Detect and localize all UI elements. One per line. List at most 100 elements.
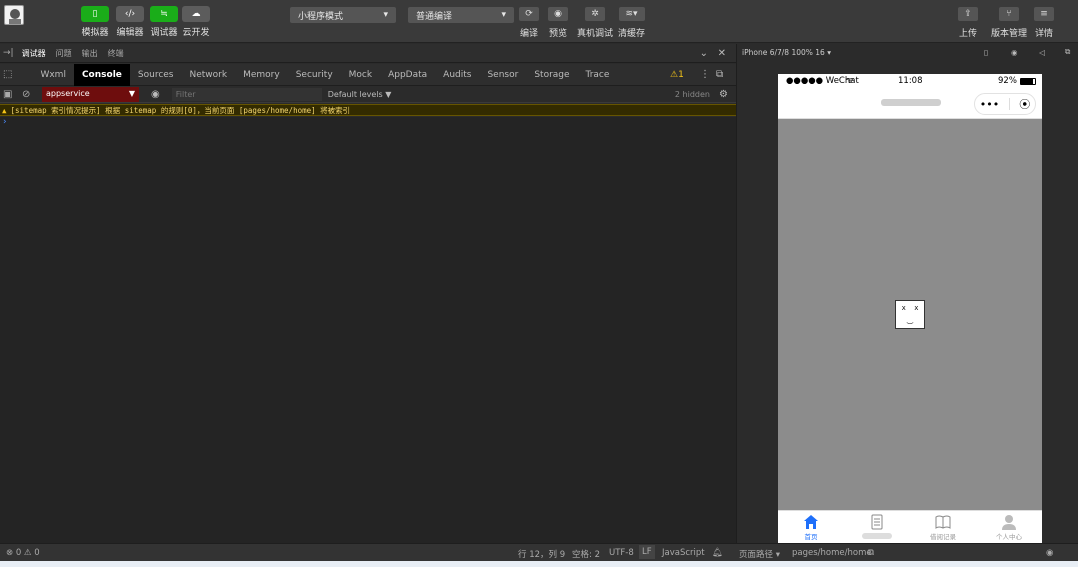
upload-icon: ⇪ [958, 7, 978, 21]
language-mode[interactable]: JavaScript [662, 548, 705, 558]
user-icon [1002, 515, 1016, 530]
tabbar-item-borrow[interactable]: 借阅记录 [910, 511, 976, 544]
preview-label: 预览 [548, 29, 567, 39]
editor-toggle-button[interactable]: ‹/› 编辑器 [113, 6, 147, 38]
detach-icon[interactable]: ⧉ [1065, 47, 1070, 57]
tab-storage[interactable]: Storage [526, 64, 577, 86]
eye-icon[interactable]: ◉ [151, 89, 160, 100]
tab-wxml[interactable]: Wxml [32, 64, 74, 86]
console-output[interactable] [0, 117, 736, 543]
page-path: pages/home/home [792, 548, 872, 558]
phone-time: 11:08 [898, 76, 923, 86]
gear-icon[interactable]: ⚙ [719, 89, 728, 100]
volume-icon[interactable]: ◁ [1039, 48, 1045, 57]
simulator-toggle-button[interactable]: ▯ 模拟器 [78, 6, 112, 38]
tabbar-item-profile[interactable]: 个人中心 [976, 511, 1042, 544]
book-icon [935, 515, 951, 529]
clear-cache-label: 清缓存 [618, 29, 646, 39]
details-button[interactable]: ≡ 详情 [1034, 7, 1054, 39]
editor-label: 编辑器 [116, 28, 144, 38]
branch-icon: ⑂ [999, 7, 1019, 21]
tabbar-label-list [862, 533, 892, 539]
warning-count: 1 [678, 69, 684, 80]
mode-select[interactable]: 小程序模式 ▾ [290, 7, 396, 23]
context-value: appservice [46, 88, 90, 98]
close-icon[interactable]: ✕ [718, 48, 726, 59]
phone-screen: ●●●●● WeChat ᯤ 11:08 92% ••• ⦿ x x ︶ 首页 [778, 74, 1042, 544]
tab-output[interactable]: 输出 [82, 48, 98, 59]
context-select[interactable]: appservice ▼ [42, 86, 139, 102]
chevron-down-icon: ▼ [128, 88, 135, 98]
upload-button[interactable]: ⇪ 上传 [958, 7, 978, 39]
compile-button[interactable]: ⟳ 编译 [519, 7, 539, 39]
version-label: 版本管理 [991, 29, 1028, 39]
phone-frame-icon[interactable]: ▯ [984, 48, 988, 57]
tab-trace[interactable]: Trace [578, 64, 618, 86]
simulator-bar: iPhone 6/7/8 100% 16 ▾ ▯ ◉ ◁ ⧉ [737, 44, 1078, 60]
preview-button[interactable]: ◉ 预览 [548, 7, 568, 39]
bug-icon: ✲ [585, 7, 605, 21]
clear-console-icon[interactable]: ⊘ [22, 89, 30, 100]
avatar[interactable] [4, 5, 24, 25]
more-vertical-icon[interactable]: ⋮ [700, 69, 710, 80]
chevron-down-icon[interactable]: ⌄ [700, 48, 708, 59]
tabbar-item-home[interactable]: 首页 [778, 511, 844, 544]
eol[interactable]: LF [639, 545, 655, 559]
tab-terminal[interactable]: 终端 [108, 48, 124, 59]
debugger-toggle-button[interactable]: ≒ 调试器 [147, 6, 181, 38]
remote-debug-label: 真机调试 [577, 29, 614, 39]
encoding[interactable]: UTF-8 [609, 548, 634, 558]
record-icon[interactable]: ◉ [1011, 48, 1018, 57]
tab-problems[interactable]: 问题 [56, 48, 72, 59]
page-title [881, 99, 941, 106]
capsule-menu[interactable]: ••• ⦿ [974, 93, 1036, 115]
device-select[interactable]: iPhone 6/7/8 100% 16 ▾ [742, 48, 831, 57]
remote-debug-button[interactable]: ✲ 真机调试 [577, 7, 613, 39]
mode-select-value: 小程序模式 [298, 11, 344, 22]
more-icon[interactable]: ••• [980, 98, 999, 111]
clear-cache-button[interactable]: ≋▾ 清缓存 [618, 7, 645, 39]
tab-network[interactable]: Network [182, 64, 236, 86]
warning-count-badge[interactable]: ⚠1 [670, 70, 684, 80]
tab-debugger[interactable]: 调试器 [22, 48, 46, 59]
simulator-label: 模拟器 [81, 28, 109, 38]
indentation[interactable]: 空格: 2 [572, 548, 600, 560]
tab-sources[interactable]: Sources [130, 64, 182, 86]
dock-icon[interactable]: →| [3, 48, 14, 58]
compile-select-value: 普通编译 [416, 11, 453, 22]
version-button[interactable]: ⑂ 版本管理 [991, 7, 1027, 39]
warning-message: [sitemap 索引情况提示] 根据 sitemap 的规则[0]，当前页面 … [10, 105, 351, 115]
tab-appdata[interactable]: AppData [380, 64, 435, 86]
log-levels-select[interactable]: Default levels ▼ [328, 90, 392, 99]
status-bar: ⊗ 0 ⚠ 0 行 12，列 9 空格: 2 UTF-8 LF JavaScri… [0, 543, 1078, 561]
devtools-tabs: ⬚ Wxml Console Sources Network Memory Se… [0, 63, 736, 86]
tab-mock[interactable]: Mock [341, 64, 380, 86]
tab-memory[interactable]: Memory [235, 64, 288, 86]
cloud-dev-button[interactable]: ☁ 云开发 [179, 6, 213, 38]
filter-input[interactable] [171, 87, 322, 101]
page-path-label[interactable]: 页面路径 ▾ [739, 548, 780, 560]
inspect-icon[interactable]: ⬚ [3, 69, 12, 80]
tab-console[interactable]: Console [73, 63, 130, 86]
tab-sensor[interactable]: Sensor [479, 64, 526, 86]
eye-icon[interactable]: ◉ [1046, 548, 1053, 558]
debugger-label: 调试器 [150, 28, 178, 38]
tabbar-item-list[interactable] [844, 511, 910, 544]
sidebar-toggle-icon[interactable]: ▣ [3, 89, 12, 100]
hidden-count: 2 hidden [674, 89, 710, 99]
bell-icon[interactable]: 🔔︎ [712, 548, 723, 558]
console-prompt[interactable]: › [3, 117, 7, 127]
undock-icon[interactable]: ⧉ [716, 69, 723, 80]
console-warning-row: ▲ [sitemap 索引情况提示] 根据 sitemap 的规则[0]，当前页… [0, 104, 736, 116]
tabbar-label-home: 首页 [804, 533, 818, 541]
wifi-icon: ᯤ [846, 76, 854, 86]
tab-security[interactable]: Security [288, 64, 341, 86]
cursor-position[interactable]: 行 12，列 9 [518, 548, 565, 560]
compile-select[interactable]: 普通编译 ▾ [408, 7, 514, 23]
close-target-icon[interactable]: ⦿ [1019, 96, 1030, 112]
copy-icon[interactable]: ⧉ [868, 548, 874, 558]
debug-icon: ≒ [150, 6, 178, 22]
problems-count[interactable]: ⊗ 0 ⚠ 0 [6, 548, 40, 558]
battery-level: 92% [998, 76, 1017, 86]
tab-audits[interactable]: Audits [435, 64, 479, 86]
